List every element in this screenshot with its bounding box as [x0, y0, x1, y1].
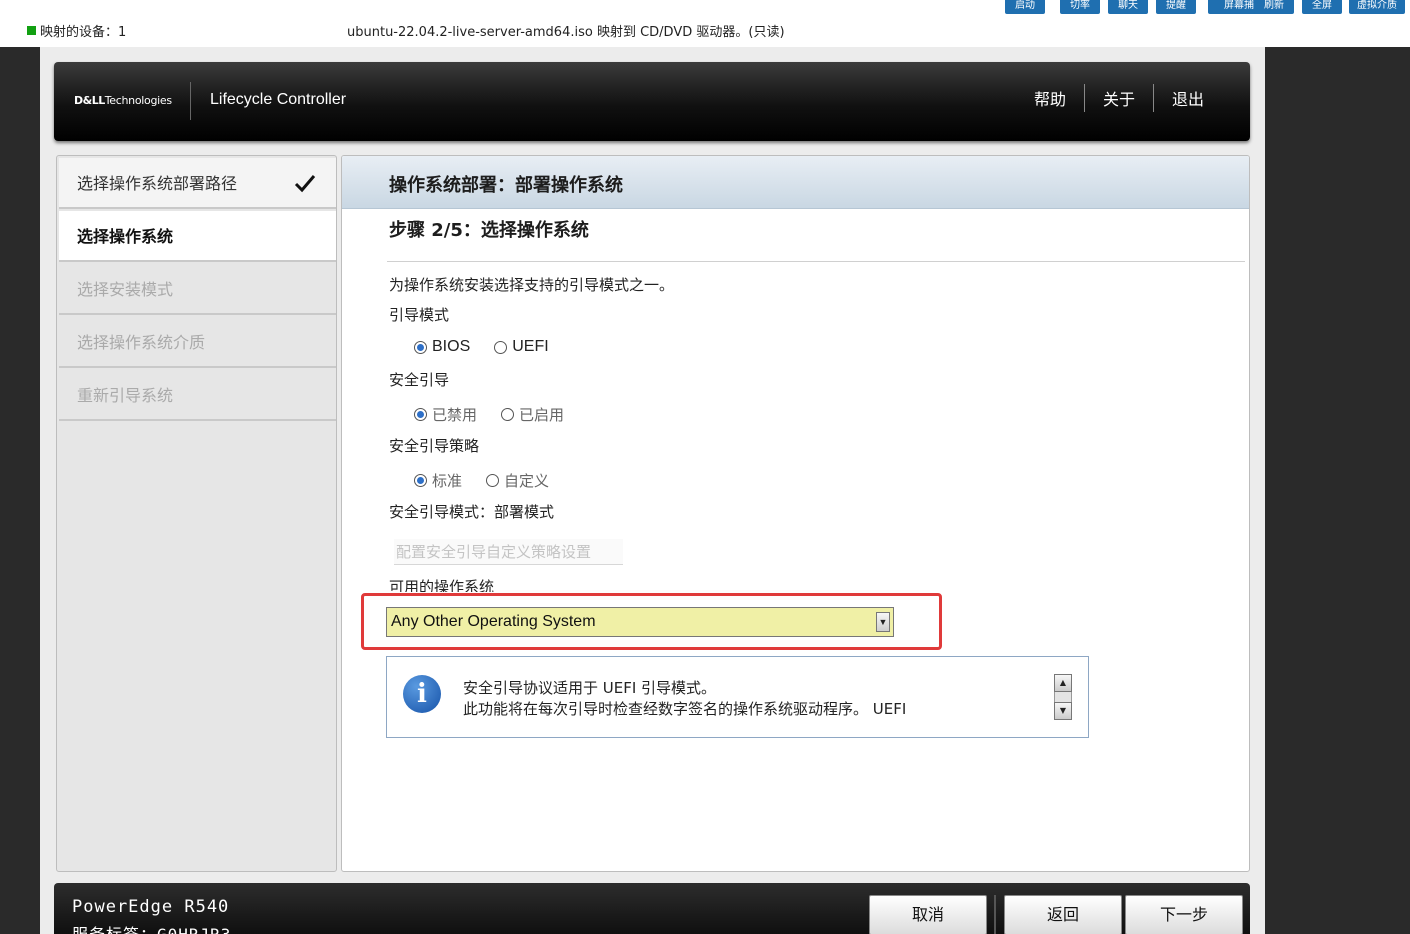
- step-label: 选择安装模式: [77, 280, 174, 299]
- secure-boot-mode-text: 安全引导模式：部署模式: [389, 503, 555, 521]
- step-label: 选择操作系统: [77, 227, 174, 246]
- radio-icon[interactable]: [494, 340, 508, 354]
- custom-policy-settings-button[interactable]: 配置安全引导自定义策略设置: [394, 539, 623, 565]
- radio-selected-icon[interactable]: [414, 340, 427, 354]
- logo-divider: [190, 82, 191, 120]
- step-os-media: 选择操作系统介质: [59, 317, 336, 368]
- page-title: 操作系统部署：部署操作系统: [389, 175, 623, 196]
- dell-logo: D&LLTechnologies: [74, 94, 172, 107]
- lifecycle-footer: PowerEdge R540 服务标签：G0HRJR3 取消 返回 下一步: [54, 883, 1250, 934]
- console-frame-right: [1265, 47, 1410, 934]
- virtual-console-toolbar: 启动 切率 聊天 提醒 屏幕捕捉 刷新 全屏 虚拟介质 映射的设备：1 ubun…: [0, 0, 1410, 47]
- info-scrollbar[interactable]: ▲ ▼: [1054, 674, 1072, 720]
- boot-mode-bios[interactable]: BIOS: [414, 338, 470, 356]
- radio-icon[interactable]: [501, 408, 515, 421]
- radio-label: 已启用: [519, 406, 565, 424]
- step-reboot: 重新引导系统: [59, 370, 336, 421]
- policy-standard[interactable]: 标准: [414, 470, 462, 491]
- server-model: PowerEdge R540: [72, 897, 230, 917]
- panel-header: 操作系统部署：部署操作系统: [342, 156, 1249, 209]
- step-install-mode: 选择安装模式: [59, 264, 336, 315]
- available-os-label: 可用的操作系统: [389, 578, 495, 592]
- policy-custom[interactable]: 自定义: [486, 470, 549, 491]
- info-icon: i: [403, 675, 441, 713]
- boot-mode-uefi[interactable]: UEFI: [494, 338, 549, 356]
- boot-mode-group: BIOS UEFI: [414, 338, 573, 356]
- scroll-track[interactable]: [1054, 692, 1072, 702]
- annotation-highlight: [361, 593, 942, 650]
- secure-boot-policy-label: 安全引导策略: [389, 437, 480, 455]
- header-nav: 帮助 关于 退出: [1016, 84, 1222, 112]
- boot-mode-label: 引导模式: [389, 306, 450, 324]
- service-tag: 服务标签：G0HRJR3: [72, 921, 231, 934]
- radio-label: 已禁用: [432, 406, 478, 424]
- radio-icon[interactable]: [486, 474, 500, 487]
- step-label: 重新引导系统: [77, 386, 174, 405]
- scroll-up-icon[interactable]: ▲: [1054, 674, 1072, 692]
- secure-boot-label: 安全引导: [389, 371, 450, 389]
- radio-selected-icon[interactable]: [414, 408, 427, 421]
- toolbar-button-fullscreen[interactable]: 全屏: [1302, 0, 1342, 14]
- toolbar-button-power[interactable]: 切率: [1060, 0, 1100, 14]
- secure-boot-policy-group: 标准 自定义: [414, 470, 573, 491]
- back-button[interactable]: 返回: [1004, 895, 1122, 934]
- toolbar-button-virtual-media[interactable]: 虚拟介质: [1349, 0, 1405, 14]
- toolbar-button-chat[interactable]: 聊天: [1108, 0, 1148, 14]
- mapped-iso-status: ubuntu-22.04.2-live-server-amd64.iso 映射到…: [347, 25, 785, 40]
- divider: [387, 261, 1245, 262]
- about-link[interactable]: 关于: [1085, 86, 1153, 110]
- console-frame-left: [0, 47, 40, 934]
- step-label: 选择操作系统部署路径: [77, 174, 238, 193]
- step-deploy-path[interactable]: 选择操作系统部署路径: [59, 158, 336, 209]
- lifecycle-header: D&LLTechnologies Lifecycle Controller 帮助…: [54, 62, 1250, 141]
- next-button[interactable]: 下一步: [1125, 895, 1243, 934]
- info-text-line: 安全引导协议适用于 UEFI 引导模式。: [463, 679, 717, 697]
- intro-text: 为操作系统安装选择支持的引导模式之一。: [389, 276, 675, 294]
- radio-label: BIOS: [432, 338, 471, 355]
- secure-boot-disabled[interactable]: 已禁用: [414, 404, 477, 425]
- info-text-line: 此功能将在每次引导时检查经数字签名的操作系统驱动程序。 UEFI: [463, 700, 907, 718]
- scroll-down-icon[interactable]: ▼: [1054, 702, 1072, 720]
- step-title: 步骤 2/5：选择操作系统: [389, 220, 589, 241]
- wizard-steps-sidebar: 选择操作系统部署路径 选择操作系统 选择安装模式 选择操作系统介质 重新引导系统: [56, 155, 337, 872]
- checkmark-icon: [294, 175, 316, 193]
- toolbar-button-refresh[interactable]: 刷新: [1254, 0, 1294, 14]
- step-select-os[interactable]: 选择操作系统: [59, 211, 336, 262]
- toolbar-button-alert[interactable]: 提醒: [1156, 0, 1196, 14]
- mapped-devices-text: 映射的设备：1: [40, 25, 127, 40]
- footer-divider: [994, 895, 996, 934]
- radio-selected-icon[interactable]: [414, 474, 427, 487]
- main-panel: 操作系统部署：部署操作系统 步骤 2/5：选择操作系统 为操作系统安装选择支持的…: [341, 155, 1250, 872]
- step-label: 选择操作系统介质: [77, 333, 206, 352]
- toolbar-button-start[interactable]: 启动: [1005, 0, 1045, 14]
- radio-label: 自定义: [504, 472, 550, 490]
- radio-label: 标准: [432, 472, 463, 490]
- device-status-indicator: [27, 26, 36, 35]
- secure-boot-group: 已禁用 已启用: [414, 404, 588, 425]
- info-message-box: i 安全引导协议适用于 UEFI 引导模式。 此功能将在每次引导时检查经数字签名…: [386, 656, 1089, 738]
- cancel-button[interactable]: 取消: [869, 895, 987, 934]
- mapped-devices-status: 映射的设备：1: [27, 21, 126, 40]
- help-link[interactable]: 帮助: [1016, 86, 1084, 110]
- product-title: Lifecycle Controller: [210, 91, 347, 108]
- exit-link[interactable]: 退出: [1154, 86, 1222, 110]
- radio-label: UEFI: [512, 338, 549, 355]
- secure-boot-enabled[interactable]: 已启用: [501, 404, 564, 425]
